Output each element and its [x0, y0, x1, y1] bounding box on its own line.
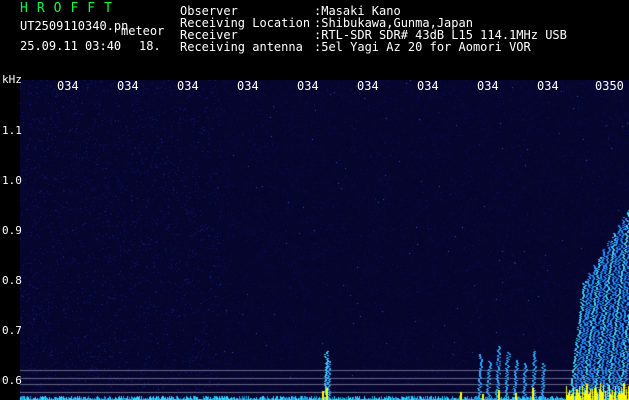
time-tick: 034	[177, 79, 199, 93]
time-tick: 034	[57, 79, 79, 93]
datetime: 25.09.11 03:40	[20, 39, 122, 53]
time-tick: 034	[357, 79, 379, 93]
info-label-antenna: Receiving antenna	[180, 40, 303, 54]
freq-unit-label: kHz	[2, 73, 22, 86]
time-tick: 034	[117, 79, 139, 93]
waterfall-spectrogram	[20, 80, 629, 400]
file-name: UT2509110340.pn	[20, 19, 129, 33]
subtitle: meteor	[121, 24, 165, 38]
app-title: HROFFT	[20, 1, 121, 16]
freq-tick: 0.8	[2, 274, 22, 287]
time-tick: 034	[297, 79, 319, 93]
freq-tick: 0.6	[2, 374, 22, 387]
freq-tick: 0.9	[2, 224, 22, 237]
freq-tick: 1.1	[2, 124, 22, 137]
info-value-antenna: :5el Yagi Az 20 for Aomori VOR	[314, 40, 531, 54]
time-tick: 034	[237, 79, 259, 93]
time-tick: 0350	[595, 79, 624, 93]
counter: 18.	[139, 39, 161, 53]
hrofft-window: HROFFT UT2509110340.pn meteor 25.09.11 0…	[0, 0, 629, 400]
freq-tick: 1.0	[2, 174, 22, 187]
time-tick: 034	[417, 79, 439, 93]
freq-tick: 0.7	[2, 324, 22, 337]
time-tick: 034	[477, 79, 499, 93]
time-tick: 034	[537, 79, 559, 93]
